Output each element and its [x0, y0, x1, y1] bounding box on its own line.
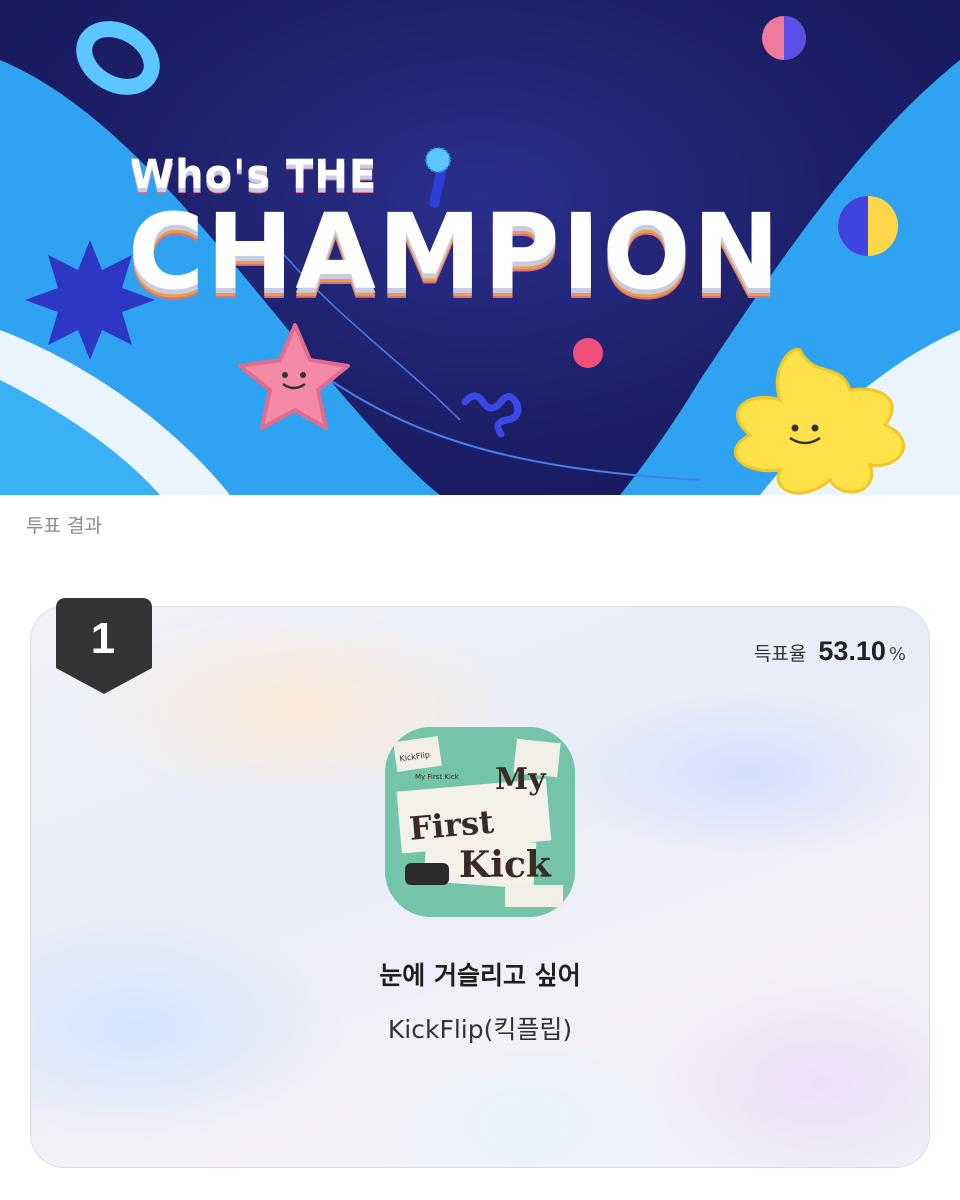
album-art: My First Kick KickFlip My First Kick — [385, 727, 575, 917]
champion-banner: Who's THE CHAMPION — [0, 0, 960, 495]
artist-name: KickFlip(킥플립) — [387, 1015, 573, 1044]
album-text-kick: Kick — [459, 844, 552, 886]
section-label: 투표 결과 — [26, 515, 102, 537]
vote-rate: 득표율 53.10 % — [754, 636, 906, 667]
album-cover[interactable]: My First Kick KickFlip My First Kick — [385, 727, 575, 917]
album-text-first: First — [408, 803, 496, 848]
vote-rate-label: 득표율 — [753, 643, 807, 665]
vote-rate-value: 53.10 — [818, 636, 886, 666]
rank-number: 1 — [90, 614, 116, 663]
microphone-icon — [425, 147, 451, 208]
banner-title-line2: CHAMPION — [128, 191, 782, 313]
vote-rate-unit: % — [888, 644, 906, 665]
song-title: 눈에 거슬리고 싶어 — [379, 961, 581, 990]
album-text-myfirstkick: My First Kick — [415, 773, 460, 781]
album-text-my: My — [495, 762, 547, 797]
